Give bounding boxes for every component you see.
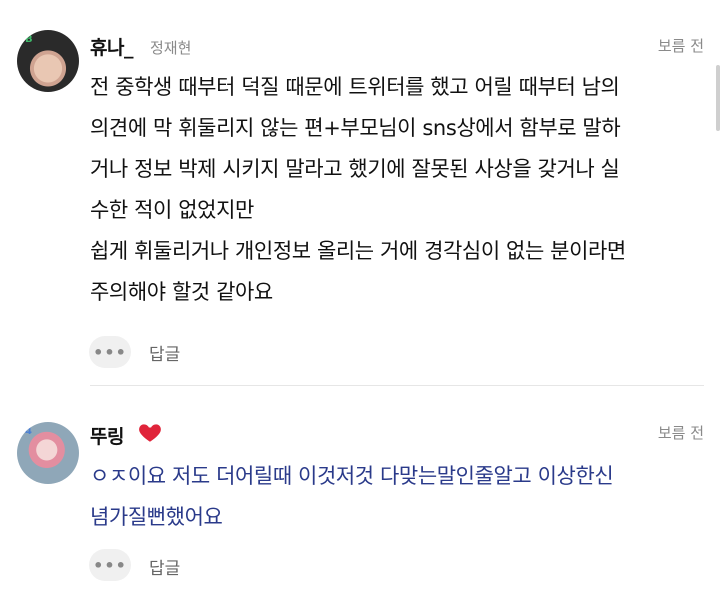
avatar[interactable]: B — [17, 30, 79, 92]
reply-button[interactable]: 답글 — [149, 554, 180, 579]
scrollbar[interactable] — [716, 65, 720, 131]
comment-line: 수한 적이 없었지만 — [90, 198, 254, 222]
comment-line: 쉽게 휘둘리거나 개인정보 올리는 거에 경각심이 없는 분이라면 — [90, 239, 626, 263]
comment-line: 념가질뻔했어요 — [90, 505, 223, 529]
comment-line: 전 중학생 때부터 덕질 때문에 트위터를 했고 어릴 때부터 남의 — [90, 75, 620, 99]
comment-time: 보름 전 — [657, 424, 704, 442]
more-options-button[interactable]: ••• — [89, 549, 131, 581]
comment-line: 의견에 막 휘둘리지 않는 편+부모님이 sns상에서 함부로 말하 — [90, 116, 621, 140]
comment-line: ㅇㅈ이요 저도 더어릴때 이것저것 다맞는말인줄알고 이상한신 — [90, 464, 614, 488]
avatar-badge: B — [25, 34, 33, 45]
author-subname: 정재현 — [150, 39, 192, 57]
author-name[interactable]: 뚜링 — [90, 422, 124, 449]
heart-icon — [139, 424, 161, 442]
comment-item: 4 뚜링 보름 전 ㅇㅈ이요 저도 더어릴때 이것저것 다맞는말인줄알고 이상한… — [0, 386, 720, 598]
comment-line: 거나 정보 박제 시키지 말라고 했기에 잘못된 사상을 갖거나 실 — [90, 157, 620, 181]
reply-button[interactable]: 답글 — [149, 340, 180, 365]
comment-line: 주의해야 할것 같아요 — [90, 280, 273, 304]
comment-body: 전 중학생 때부터 덕질 때문에 트위터를 했고 어릴 때부터 남의 의견에 막… — [90, 67, 715, 313]
comment-body: ㅇㅈ이요 저도 더어릴때 이것저것 다맞는말인줄알고 이상한신 념가질뻔했어요 — [90, 456, 715, 538]
more-options-button[interactable]: ••• — [89, 336, 131, 368]
avatar[interactable]: 4 — [17, 422, 79, 484]
comment-item: B 휴나_ 정재현 보름 전 전 중학생 때부터 덕질 때문에 트위터를 했고 … — [0, 0, 720, 386]
author-name[interactable]: 휴나_ — [90, 33, 133, 60]
comment-time: 보름 전 — [657, 37, 704, 55]
avatar-badge: 4 — [25, 426, 32, 437]
